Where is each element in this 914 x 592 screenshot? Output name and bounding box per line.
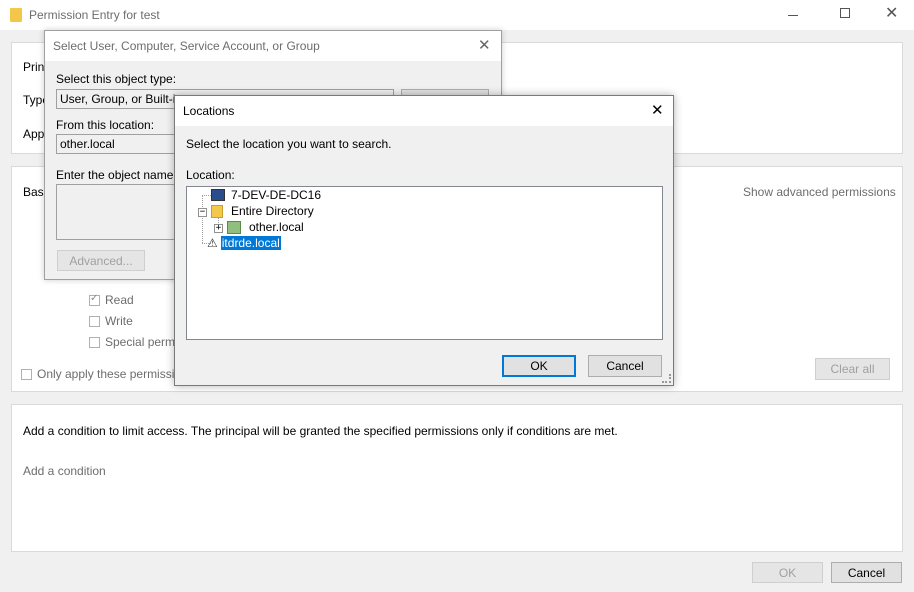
only-apply-row[interactable]: Only apply these permissio bbox=[21, 367, 181, 383]
location-label: From this location: bbox=[56, 118, 155, 132]
clear-all-button[interactable]: Clear all bbox=[815, 358, 890, 380]
tree-item-computer[interactable]: 7-DEV-DE-DC16 bbox=[211, 188, 321, 202]
close-icon: ✕ bbox=[885, 5, 899, 22]
condition-panel: Add a condition to limit access. The pri… bbox=[11, 404, 903, 552]
minimize-icon bbox=[788, 15, 798, 16]
principal-label: Prin bbox=[23, 60, 45, 74]
select-dialog-titlebar: Select User, Computer, Service Account, … bbox=[45, 31, 501, 61]
locations-title: Locations bbox=[183, 104, 235, 118]
applies-to-label: App bbox=[23, 127, 45, 141]
special-label: Special permi bbox=[105, 335, 178, 349]
locations-instruction: Select the location you want to search. bbox=[186, 137, 392, 151]
close-icon: ✕ bbox=[651, 102, 664, 119]
computer-icon bbox=[211, 189, 225, 201]
locations-titlebar: Locations ✕ bbox=[175, 96, 673, 126]
title-bar: Permission Entry for test ✕ bbox=[0, 0, 914, 30]
write-label: Write bbox=[105, 314, 133, 328]
close-icon: ✕ bbox=[478, 37, 491, 54]
checkmark-icon: ✓ bbox=[90, 293, 99, 304]
advanced-button[interactable]: Advanced... bbox=[57, 250, 145, 271]
tree-expander[interactable]: + bbox=[214, 224, 223, 233]
special-checkbox[interactable] bbox=[89, 337, 100, 348]
read-label: Read bbox=[105, 293, 134, 307]
select-dialog-close-button[interactable]: ✕ bbox=[478, 36, 491, 54]
basic-permissions-label: Basi bbox=[23, 185, 47, 199]
tree-line bbox=[202, 195, 211, 196]
only-apply-checkbox[interactable] bbox=[21, 369, 32, 380]
cancel-button[interactable]: Cancel bbox=[831, 562, 902, 583]
close-button[interactable]: ✕ bbox=[885, 6, 899, 22]
object-type-label: Select this object type: bbox=[56, 72, 177, 86]
ok-button[interactable]: OK bbox=[752, 562, 823, 583]
window-title: Permission Entry for test bbox=[29, 8, 160, 22]
tree-item-other-local[interactable]: other.local bbox=[227, 220, 304, 234]
tree-item-label: 7-DEV-DE-DC16 bbox=[231, 188, 322, 202]
domain-icon bbox=[227, 220, 241, 234]
locations-ok-button[interactable]: OK bbox=[502, 355, 576, 377]
write-checkbox[interactable] bbox=[89, 316, 100, 327]
forest-icon: ⚠ bbox=[207, 236, 218, 250]
location-tree[interactable]: 7-DEV-DE-DC16 − Entire Directory + other… bbox=[186, 186, 663, 340]
tree-expander[interactable]: − bbox=[198, 208, 207, 217]
add-condition-link[interactable]: Add a condition bbox=[23, 464, 106, 478]
location-tree-label: Location: bbox=[186, 168, 235, 182]
locations-dialog: Locations ✕ Select the location you want… bbox=[174, 95, 674, 386]
locations-cancel-button[interactable]: Cancel bbox=[588, 355, 662, 377]
read-checkbox[interactable]: ✓ bbox=[89, 293, 100, 306]
folder-icon bbox=[10, 8, 22, 22]
condition-description: Add a condition to limit access. The pri… bbox=[23, 424, 618, 438]
show-advanced-link[interactable]: Show advanced permissions bbox=[743, 185, 896, 199]
resize-grip-icon[interactable] bbox=[662, 374, 671, 383]
tree-item-label: itdrde.local bbox=[220, 236, 281, 250]
maximize-button[interactable] bbox=[840, 8, 850, 18]
tree-line bbox=[202, 195, 203, 243]
object-name-label: Enter the object name to bbox=[56, 168, 187, 182]
tree-item-itdrde-local[interactable]: ⚠ itdrde.local bbox=[207, 236, 281, 250]
minimize-button[interactable] bbox=[786, 8, 800, 22]
select-dialog-title: Select User, Computer, Service Account, … bbox=[53, 39, 320, 53]
only-apply-label: Only apply these permissio bbox=[37, 367, 182, 381]
tree-item-label: Entire Directory bbox=[231, 204, 314, 218]
folder-icon bbox=[211, 204, 223, 218]
tree-item-entire-directory[interactable]: Entire Directory bbox=[211, 204, 314, 218]
tree-item-label: other.local bbox=[249, 220, 304, 234]
locations-close-button[interactable]: ✕ bbox=[651, 101, 664, 119]
